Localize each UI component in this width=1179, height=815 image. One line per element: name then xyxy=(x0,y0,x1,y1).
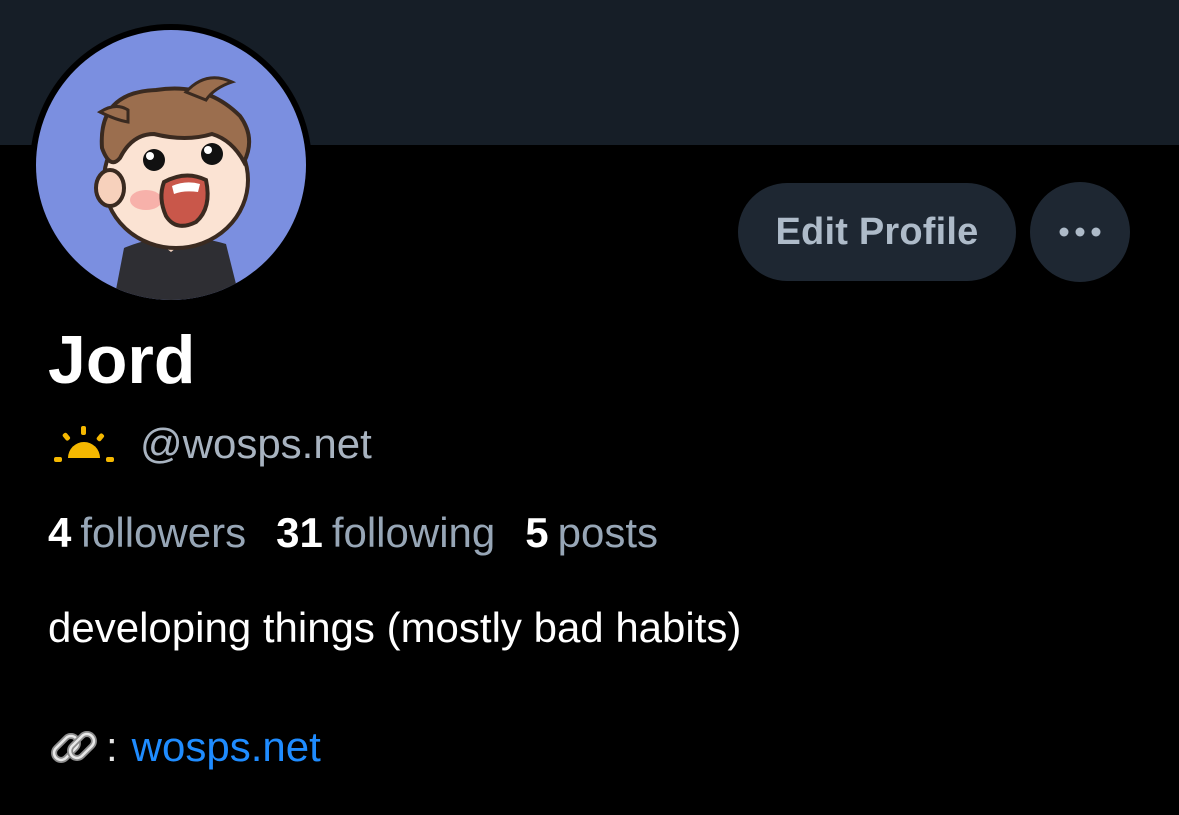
followers-label: followers xyxy=(80,509,247,556)
posts-label: posts xyxy=(557,509,658,556)
sunrise-icon xyxy=(54,426,114,462)
profile-link-row: : wosps.net xyxy=(48,718,321,776)
edit-profile-button[interactable]: Edit Profile xyxy=(738,183,1016,281)
ellipsis-icon xyxy=(1059,227,1101,237)
handle-row: @wosps.net xyxy=(52,418,372,470)
profile-bio: developing things (mostly bad habits) xyxy=(48,604,742,651)
followers-count: 4 xyxy=(48,509,72,556)
posts-stat: 5 posts xyxy=(525,509,658,557)
avatar[interactable] xyxy=(36,30,306,300)
following-count: 31 xyxy=(276,509,323,556)
handle[interactable]: @wosps.net xyxy=(140,420,372,468)
avatar-illustration xyxy=(94,76,252,300)
profile-link[interactable]: wosps.net xyxy=(132,723,321,771)
more-options-button[interactable] xyxy=(1030,182,1130,282)
following-stat[interactable]: 31 following xyxy=(276,509,495,557)
posts-count: 5 xyxy=(525,509,549,556)
display-name: Jord xyxy=(48,322,196,398)
link-icon xyxy=(51,731,97,763)
followers-stat[interactable]: 4 followers xyxy=(48,509,246,557)
link-separator: : xyxy=(106,723,118,770)
following-label: following xyxy=(331,509,496,556)
profile-stats: 4 followers 31 following 5 posts xyxy=(48,505,688,561)
